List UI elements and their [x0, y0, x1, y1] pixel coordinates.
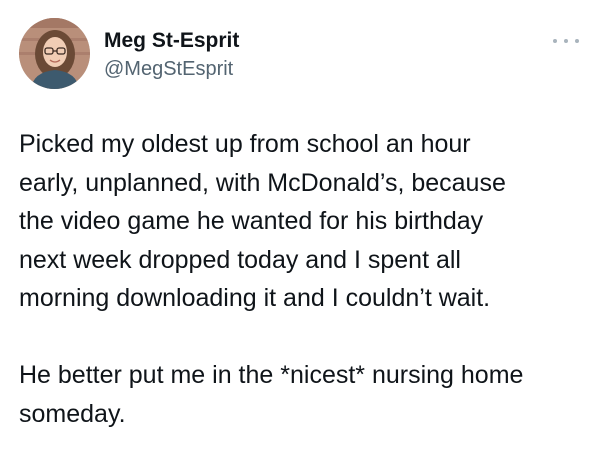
tweet-text: Picked my oldest up from school an hour …	[19, 125, 589, 433]
author-display-name[interactable]: Meg St-Esprit	[104, 28, 239, 54]
more-horizontal-icon[interactable]	[553, 33, 579, 49]
tweet-card: Meg St-Esprit @MegStEsprit Picked my old…	[0, 0, 599, 449]
tweet-paragraph: He better put me in the *nicest* nursing…	[19, 361, 524, 428]
avatar-photo	[19, 18, 90, 89]
more-dot	[553, 39, 557, 43]
author-handle[interactable]: @MegStEsprit	[104, 56, 233, 82]
more-dot	[575, 39, 579, 43]
avatar[interactable]	[19, 18, 90, 89]
tweet-paragraph: Picked my oldest up from school an hour …	[19, 130, 506, 312]
more-dot	[564, 39, 568, 43]
